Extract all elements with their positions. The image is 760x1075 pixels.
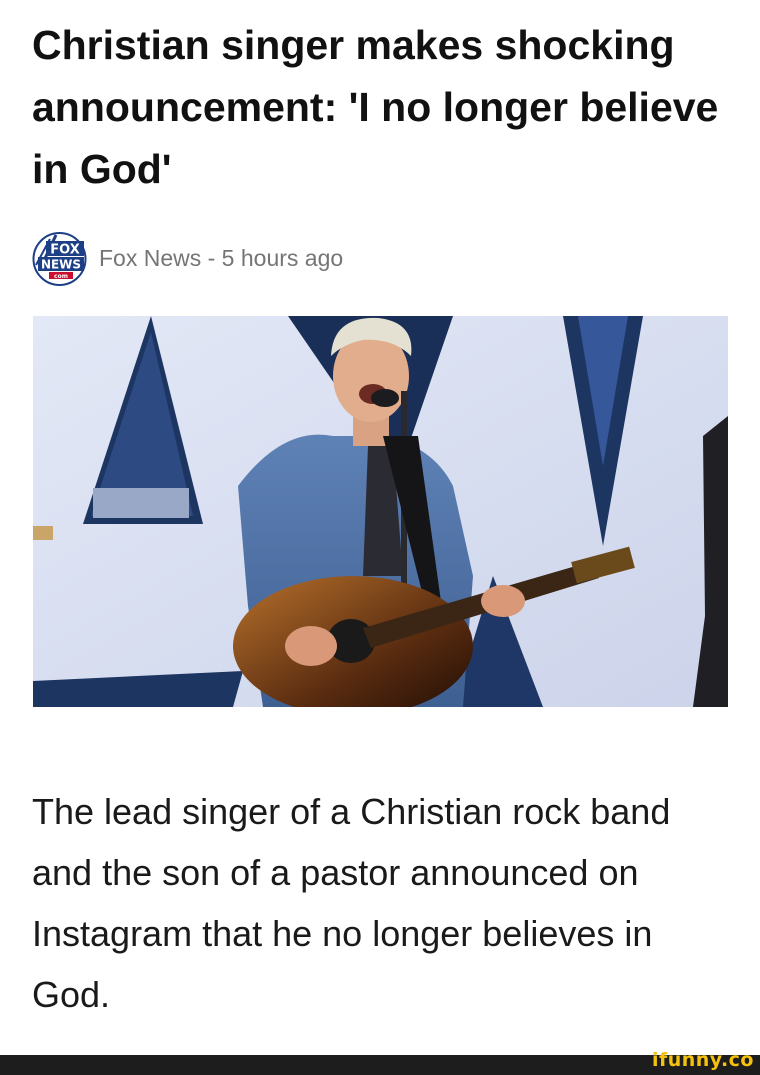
article-summary: The lead singer of a Christian rock band…: [32, 791, 671, 1015]
logo-fox-text: FOX: [50, 243, 80, 258]
article-source-time: Fox News - 5 hours ago: [99, 244, 344, 271]
ifunny-watermark[interactable]: ifunny.co: [652, 1049, 754, 1071]
source-row: FOX NEWS com Fox News - 5 hours ago: [32, 231, 343, 287]
singer-photo-illustration: [33, 316, 728, 707]
logo-news-text: NEWS: [41, 258, 81, 272]
article-headline[interactable]: Christian singer makes shocking announce…: [32, 14, 732, 200]
article-photo[interactable]: [33, 316, 728, 707]
footer-bar: ifunny.co: [0, 1049, 760, 1075]
fox-news-logo-icon: FOX NEWS com: [32, 232, 87, 286]
logo-com-text: com: [54, 273, 68, 280]
